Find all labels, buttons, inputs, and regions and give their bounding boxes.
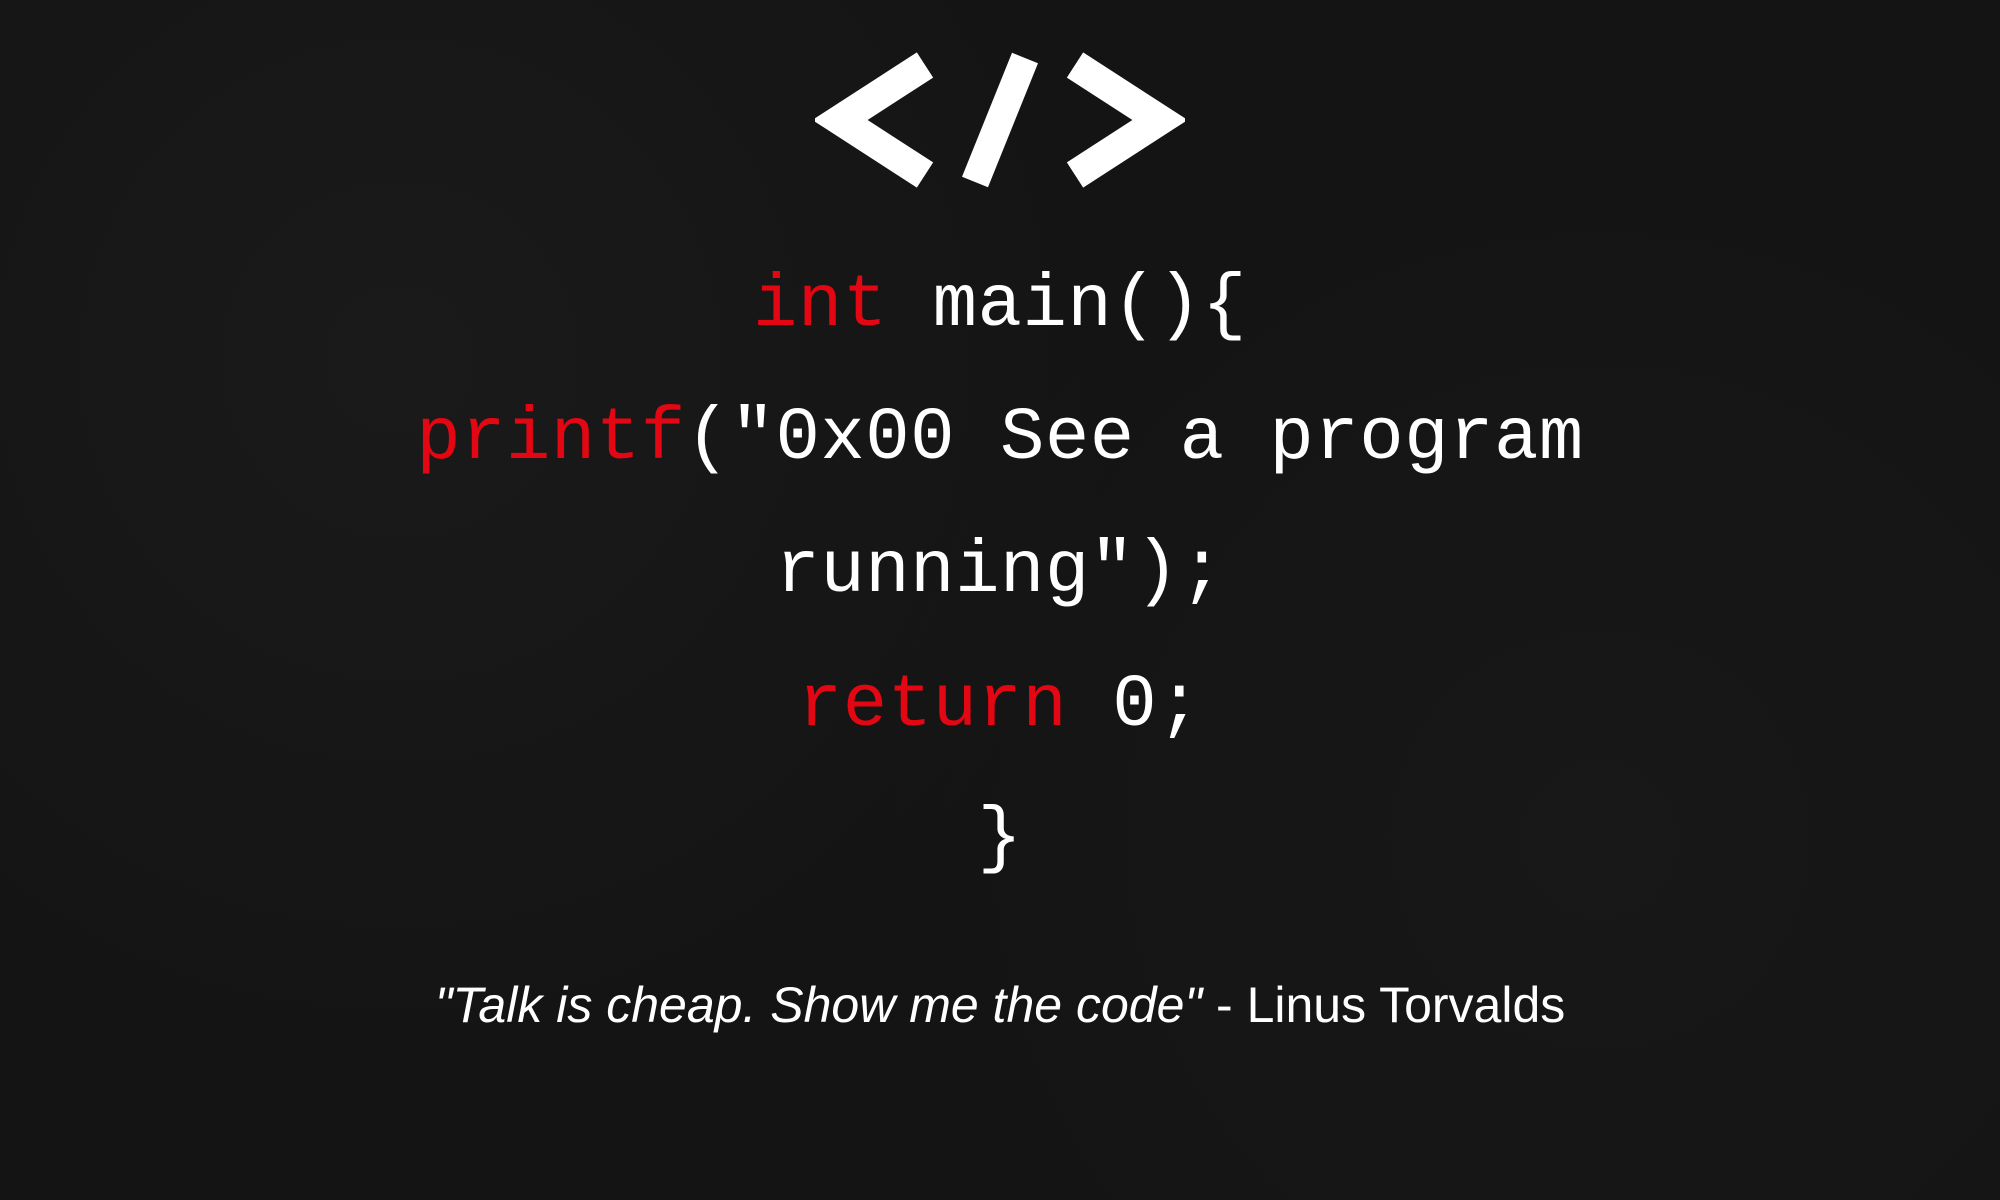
code-line-5: } (416, 773, 1584, 906)
code-line-3: running"); (416, 506, 1584, 639)
keyword-return: return (798, 664, 1067, 748)
code-tag-icon (815, 50, 1185, 190)
code-line-1: int main(){ (416, 240, 1584, 373)
code-snippet: int main(){ printf("0x00 See a program r… (416, 240, 1584, 906)
quote-line: "Talk is cheap. Show me the code" - Linu… (435, 976, 1566, 1034)
quote-text: "Talk is cheap. Show me the code" (435, 977, 1202, 1033)
code-text: ("0x00 See a program (686, 397, 1584, 481)
keyword-printf: printf (416, 397, 685, 481)
code-text: main(){ (888, 264, 1247, 348)
code-text: 0; (1067, 664, 1202, 748)
keyword-int: int (753, 264, 888, 348)
code-line-4: return 0; (416, 640, 1584, 773)
code-line-2: printf("0x00 See a program (416, 373, 1584, 506)
quote-attribution: - Linus Torvalds (1202, 977, 1565, 1033)
